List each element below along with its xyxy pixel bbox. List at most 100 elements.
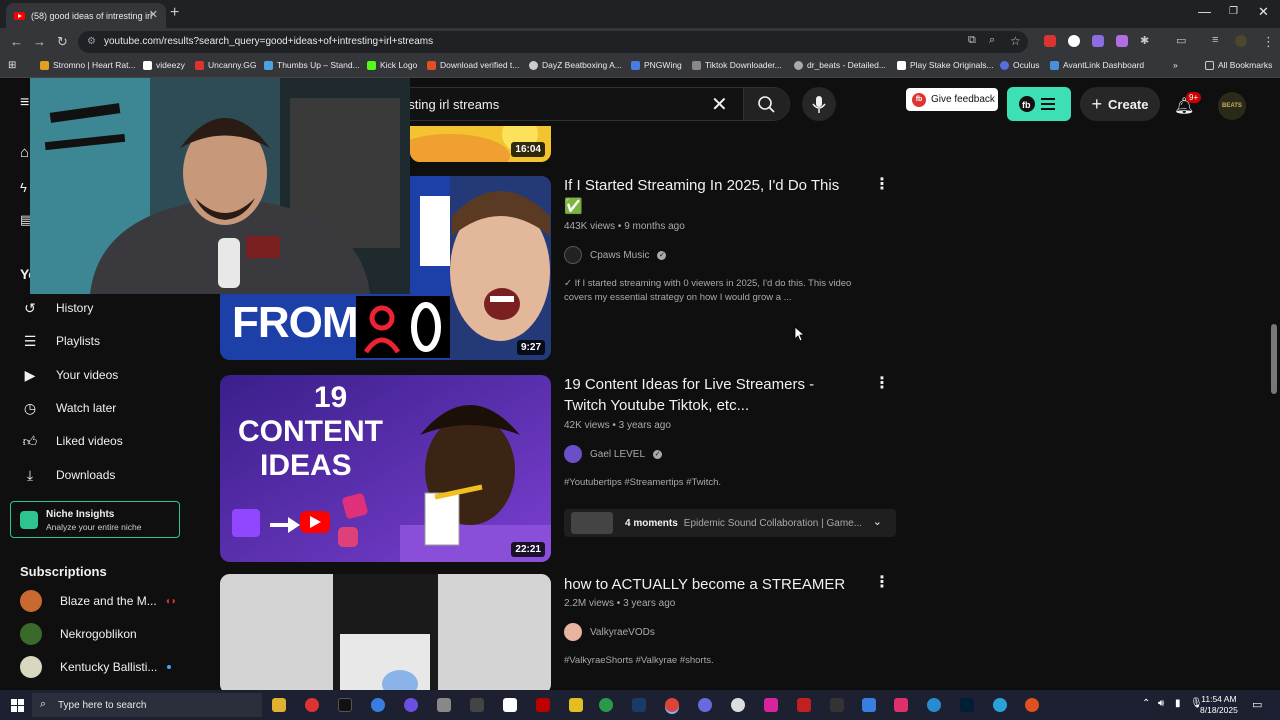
bookmark-item[interactable]: Tiktok Downloader... — [692, 60, 782, 70]
video-title[interactable]: how to ACTUALLY become a STREAMER — [564, 574, 854, 595]
video-thumbnail[interactable] — [220, 574, 551, 690]
volume-icon[interactable]: 🔊︎ — [1158, 698, 1164, 709]
bookmark-item[interactable]: DayZ Beatboxing A... — [529, 60, 622, 70]
channel-link[interactable]: Cpaws Music ✓ — [564, 246, 667, 264]
bookmark-item[interactable]: PNGWing — [631, 60, 682, 70]
epic-games-icon[interactable] — [830, 698, 844, 712]
home-icon[interactable]: ⌂ — [20, 144, 29, 161]
forward-icon[interactable]: → — [33, 34, 46, 49]
app-icon[interactable] — [797, 698, 811, 712]
app-icon[interactable] — [437, 698, 451, 712]
extension-icon[interactable] — [1044, 35, 1056, 47]
account-avatar[interactable]: BEATS — [1218, 92, 1246, 120]
bookmark-item[interactable]: videezy — [143, 60, 185, 70]
more-actions-icon[interactable]: ⋮ — [874, 572, 890, 592]
video-title[interactable]: 19 Content Ideas for Live Streamers - Tw… — [564, 374, 854, 416]
create-button[interactable]: + Create — [1080, 87, 1160, 121]
notification-center-icon[interactable]: ▭ — [1252, 698, 1262, 711]
app-icon[interactable] — [698, 698, 712, 712]
tray-chevron-icon[interactable]: ⌃ — [1142, 698, 1150, 709]
subscription-item[interactable]: Nekrogoblikon — [20, 623, 137, 645]
extension-icon[interactable] — [1068, 35, 1080, 47]
more-actions-icon[interactable]: ⋮ — [874, 174, 890, 194]
system-clock[interactable]: 11:54 AM 8/18/2025 — [1200, 694, 1238, 716]
bookmark-item[interactable]: Kick Logo — [367, 60, 417, 70]
restore-icon[interactable]: ❐ — [1229, 6, 1238, 17]
apps-grid-icon[interactable]: ⊞ — [8, 60, 16, 71]
search-button[interactable] — [743, 88, 789, 120]
bookmark-item[interactable]: dr_beats - Detailed... — [794, 60, 886, 70]
page-scrollbar[interactable] — [1271, 324, 1277, 394]
more-bookmarks-icon[interactable]: » — [1173, 60, 1178, 70]
channel-link[interactable]: ValkyraeVODs — [564, 623, 655, 641]
hamburger-menu-icon[interactable]: ≡ — [20, 94, 29, 112]
extension-menu-button[interactable]: fb — [1007, 87, 1071, 121]
install-icon[interactable]: ⧉ — [968, 34, 976, 47]
video-title[interactable]: If I Started Streaming In 2025, I'd Do T… — [564, 175, 854, 217]
video-thumbnail[interactable]: 16:04 — [410, 126, 551, 162]
clear-search-icon[interactable]: ✕ — [711, 92, 728, 117]
channel-link[interactable]: Gael LEVEL ✓ — [564, 445, 663, 463]
grammarly-icon[interactable] — [599, 698, 613, 712]
new-tab-icon[interactable]: + — [170, 4, 179, 22]
sidebar-item-playlists[interactable]: ☰ Playlists — [20, 332, 100, 350]
tiktok-icon[interactable] — [338, 698, 352, 712]
app-icon[interactable] — [536, 698, 550, 712]
app-icon[interactable] — [569, 698, 583, 712]
notepad-icon[interactable] — [503, 698, 517, 712]
file-explorer-icon[interactable] — [272, 698, 286, 712]
taskbar-search-box[interactable]: ⌕ Type here to search — [32, 693, 262, 717]
search-box[interactable]: esting irl streams ✕ — [380, 87, 790, 121]
video-thumbnail[interactable]: 19 CONTENT IDEAS 22:21 — [220, 375, 551, 562]
reload-icon[interactable]: ↻ — [57, 34, 68, 50]
edge-icon[interactable] — [927, 698, 941, 712]
app-icon[interactable] — [894, 698, 908, 712]
subscription-item[interactable]: Blaze and the M... ◖◗ — [20, 590, 177, 612]
bookmark-item[interactable]: Oculus — [1000, 60, 1039, 70]
search-input[interactable]: esting irl streams — [401, 97, 499, 112]
chevron-down-icon[interactable]: ⌄ — [873, 515, 882, 528]
sidebar-item-downloads[interactable]: ⤓ Downloads — [20, 466, 115, 484]
network-icon[interactable]: ▮ — [1175, 698, 1181, 709]
bookmark-item[interactable]: Uncanny.GG — [195, 60, 257, 70]
close-window-icon[interactable]: ✕ — [1258, 4, 1269, 20]
browser-tab[interactable]: (58) good ideas of intresting irl ✕ — [6, 3, 166, 28]
app-icon[interactable] — [862, 698, 876, 712]
url-bar[interactable]: ⚙ youtube.com/results?search_query=good+… — [78, 31, 1028, 53]
app-icon[interactable] — [731, 698, 745, 712]
telegram-icon[interactable] — [993, 698, 1007, 712]
more-actions-icon[interactable]: ⋮ — [874, 373, 890, 393]
site-info-icon[interactable]: ⚙ — [87, 31, 96, 53]
bookmark-item[interactable]: Stromno | Heart Rat... — [40, 60, 136, 70]
close-tab-icon[interactable]: ✕ — [149, 8, 158, 21]
sidebar-item-history[interactable]: ↺ History — [20, 299, 93, 317]
instagram-icon[interactable] — [764, 698, 778, 712]
key-moments-row[interactable]: 4 moments Epidemic Sound Collaboration |… — [564, 509, 896, 537]
subscription-item[interactable]: Kentucky Ballisti... — [20, 656, 172, 678]
extension-icon[interactable] — [1092, 35, 1104, 47]
steam-icon[interactable] — [632, 698, 646, 712]
browser-menu-icon[interactable]: ⋮ — [1262, 34, 1275, 50]
bookmark-item[interactable]: Play Stake Originals... — [897, 60, 994, 70]
sidebar-item-liked-videos[interactable]: 👍︎ Liked videos — [20, 432, 123, 450]
extensions-puzzle-icon[interactable]: ✱ — [1140, 34, 1149, 47]
minimize-icon[interactable]: — — [1198, 4, 1211, 19]
app-icon[interactable] — [470, 698, 484, 712]
app-icon[interactable] — [404, 698, 418, 712]
windows-start-icon[interactable] — [11, 699, 24, 712]
sidebar-panel-icon[interactable]: ▭ — [1176, 34, 1186, 47]
voice-search-button[interactable] — [802, 87, 836, 121]
bookmark-item[interactable]: Thumbs Up – Stand... — [264, 60, 360, 70]
profile-avatar-icon[interactable] — [1235, 35, 1247, 47]
zoom-icon[interactable]: ⌕ — [989, 34, 995, 47]
photoshop-icon[interactable] — [960, 698, 974, 712]
bookmark-star-icon[interactable]: ☆ — [1010, 34, 1021, 48]
sidebar-item-watch-later[interactable]: ◷ Watch later — [20, 399, 116, 417]
app-icon[interactable] — [371, 698, 385, 712]
bookmark-item[interactable]: Download verified t... — [427, 60, 519, 70]
bookmark-item[interactable]: AvantLink Dashboard — [1050, 60, 1144, 70]
chrome-icon[interactable] — [665, 698, 679, 712]
all-bookmarks[interactable]: All Bookmarks — [1205, 60, 1272, 70]
niche-insights-card[interactable]: Niche Insights Analyze your entire niche — [10, 501, 180, 538]
sidebar-item-your-videos[interactable]: ▶ Your videos — [20, 366, 119, 384]
